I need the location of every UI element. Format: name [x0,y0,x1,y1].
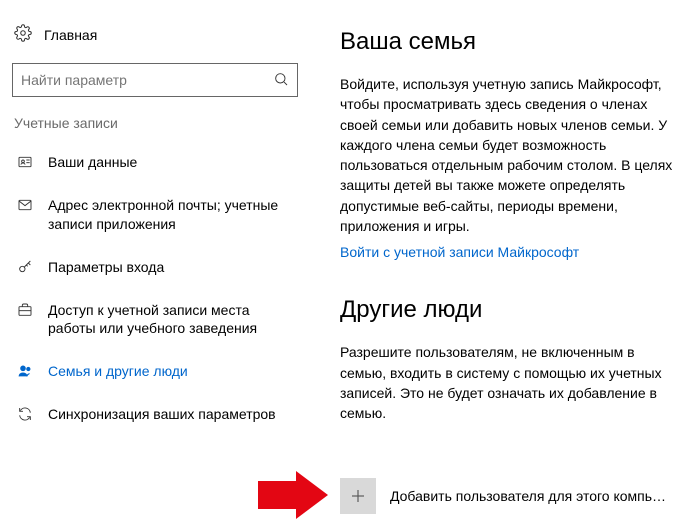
arrow-callout-icon [258,471,328,522]
sidebar-item-family[interactable]: Семья и другие люди [10,350,300,393]
others-body: Разрешите пользователям, не включенным в… [340,342,680,423]
family-body: Войдите, используя учетную запись Майкро… [340,74,680,236]
main-content: Ваша семья Войдите, используя учетную за… [310,0,700,528]
search-input[interactable] [21,72,273,88]
gear-icon [14,24,32,45]
sidebar-item-label: Параметры входа [48,258,164,277]
signin-link[interactable]: Войти с учетной записи Майкрософт [340,244,680,260]
family-title: Ваша семья [340,28,680,56]
people-icon [16,362,34,379]
search-input-container[interactable] [12,63,298,97]
home-button[interactable]: Главная [10,18,300,59]
sidebar-item-label: Адрес электронной почты; учетные записи … [48,196,294,234]
home-label: Главная [44,27,97,43]
sidebar-item-signin-options[interactable]: Параметры входа [10,246,300,289]
key-icon [16,258,34,275]
sidebar-item-label: Синхронизация ваших параметров [48,405,276,424]
sidebar-item-work-access[interactable]: Доступ к учетной записи места работы или… [10,289,300,351]
sidebar-item-label: Доступ к учетной записи места работы или… [48,301,294,339]
nav-list: Ваши данные Адрес электронной почты; уче… [10,141,300,436]
search-icon [273,71,289,90]
mail-icon [16,196,34,213]
add-user-button[interactable]: Добавить пользователя для этого компь… [340,478,680,514]
sidebar: Главная Учетные записи Ваши данные Адрес… [0,0,310,528]
briefcase-icon [16,301,34,318]
sidebar-item-email[interactable]: Адрес электронной почты; учетные записи … [10,184,300,246]
your-info-icon [16,153,34,170]
section-label: Учетные записи [10,115,300,141]
sidebar-item-label: Ваши данные [48,153,137,172]
sidebar-item-label: Семья и другие люди [48,362,188,381]
sidebar-item-your-info[interactable]: Ваши данные [10,141,300,184]
sync-icon [16,405,34,422]
add-user-label: Добавить пользователя для этого компь… [390,488,666,504]
plus-icon [340,478,376,514]
sidebar-item-sync[interactable]: Синхронизация ваших параметров [10,393,300,436]
others-title: Другие люди [340,296,680,324]
